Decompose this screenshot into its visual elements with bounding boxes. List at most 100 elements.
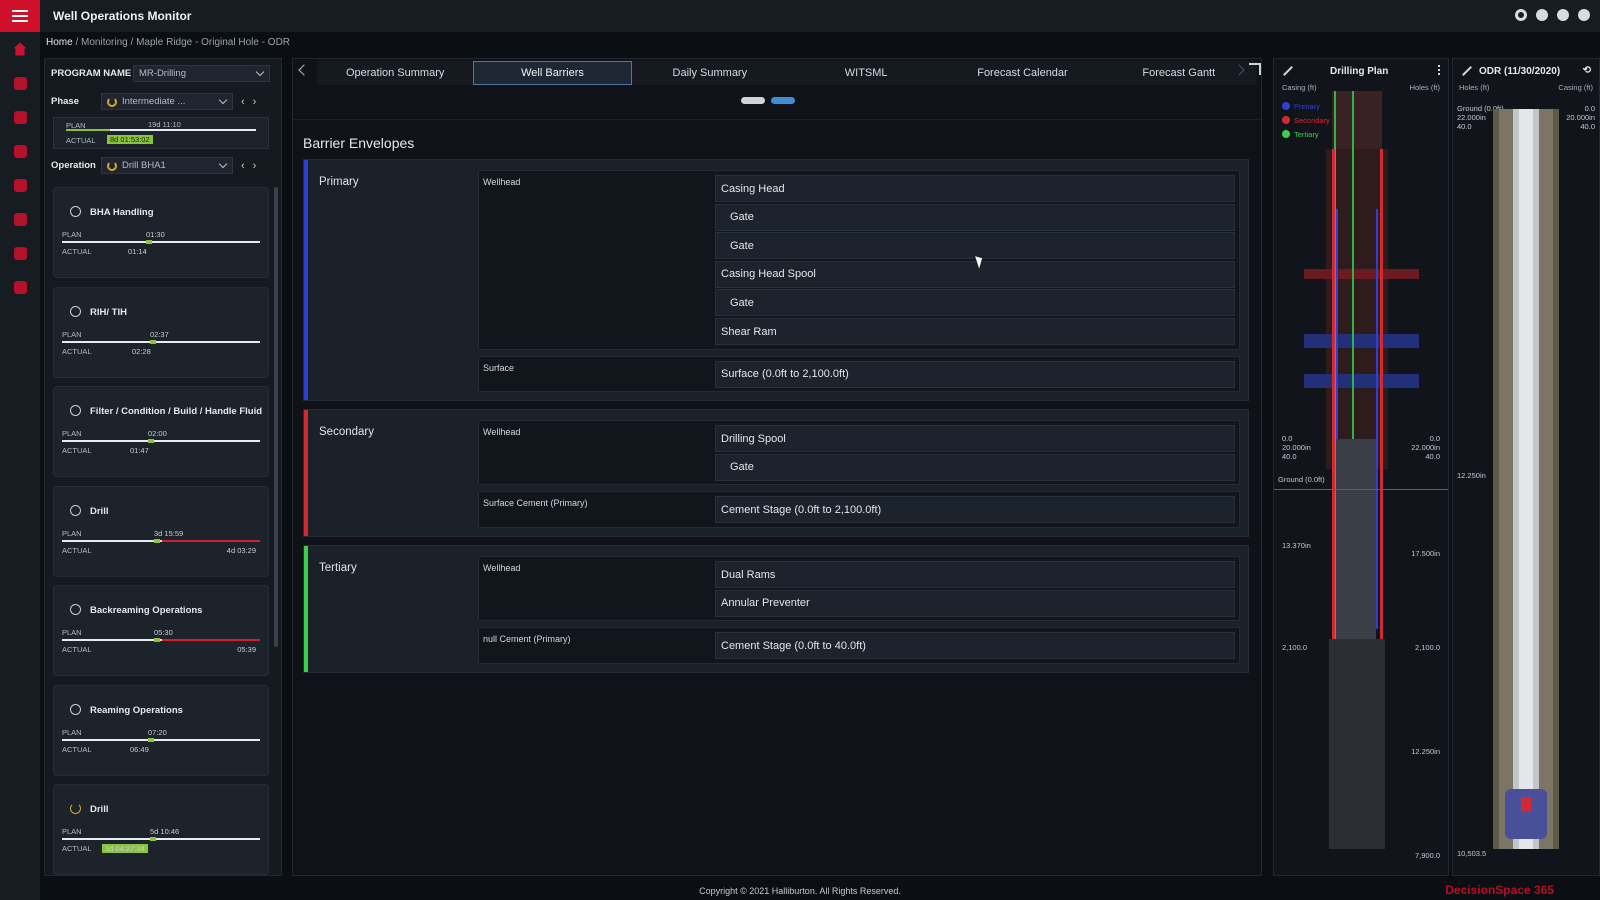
- user-icon[interactable]: [1578, 9, 1590, 21]
- info-icon[interactable]: [1557, 9, 1569, 21]
- tab-well-barriers[interactable]: Well Barriers: [473, 61, 632, 85]
- depth-label: 40.0: [1282, 452, 1297, 461]
- plan-duration: 5d 10:46: [150, 827, 180, 836]
- envelope-name: Primary: [319, 176, 359, 188]
- actual-label: ACTUAL: [62, 545, 92, 555]
- barrier-envelope-primary: Primary Wellhead Casing Head Gate Gate Casing…: [303, 159, 1249, 402]
- document-nav-icon[interactable]: [0, 134, 40, 168]
- barrier-component[interactable]: Gate: [715, 289, 1235, 317]
- operation-card[interactable]: Reaming Operations PLAN 07:20 ACTUAL 06:49: [53, 684, 269, 776]
- breadcrumb-home[interactable]: Home: [46, 37, 73, 48]
- phase-actual-value: 8d 01:53:02: [107, 135, 153, 144]
- program-value: MR-Drilling: [139, 68, 186, 79]
- barrier-nav-icon[interactable]: [0, 202, 40, 236]
- main-panel: Operation Summary Well Barriers Daily Summ…: [292, 58, 1263, 876]
- operation-card[interactable]: Filter / Condition / Build / Handle Flui…: [53, 386, 269, 477]
- operation-card[interactable]: RIH/ TIH PLAN 02:37 ACTUAL 02:28: [53, 286, 269, 378]
- operation-card[interactable]: Drill PLAN 3d 15:59 ACTUAL 4d 03:29: [53, 485, 269, 577]
- home-nav-icon[interactable]: [0, 32, 40, 66]
- tab-forecast-calendar[interactable]: Forecast Calendar: [944, 61, 1101, 85]
- barrier-component[interactable]: Cement Stage (0.0ft to 2,100.0ft): [715, 496, 1235, 524]
- operations-panel: PROGRAM NAME MR-Drilling Phase Intermedi…: [44, 58, 282, 876]
- barrier-component[interactable]: Drilling Spool: [715, 425, 1235, 453]
- operation-card[interactable]: BHA Handling PLAN 01:30 ACTUAL 01:14: [53, 187, 269, 278]
- chevron-down-icon: [255, 67, 265, 77]
- plan-label: PLAN: [62, 528, 82, 538]
- refresh-icon[interactable]: ⟲: [1583, 65, 1591, 76]
- next-operation-icon[interactable]: ›: [253, 160, 257, 172]
- pager-dot[interactable]: [741, 97, 765, 104]
- edit-icon[interactable]: [1283, 66, 1293, 76]
- operation-label: Operation: [51, 160, 96, 171]
- breadcrumb-separator: /: [72, 37, 82, 48]
- barrier-component[interactable]: Casing Head Spool: [715, 260, 1235, 288]
- operation-card[interactable]: Drill PLAN 5d 10:46 ACTUAL 1d 04:27:34: [53, 784, 269, 875]
- barrier-group-name: Wellhead: [483, 427, 521, 438]
- operation-card[interactable]: Backreaming Operations PLAN 05:30 ACTUAL 05:…: [53, 585, 269, 676]
- prev-operation-icon[interactable]: ‹: [241, 160, 245, 172]
- tab-prev-icon[interactable]: [298, 64, 310, 76]
- barrier-group: null Cement (Primary) Cement Stage (0.0ft…: [478, 627, 1240, 664]
- barrier-component[interactable]: Surface (0.0ft to 2,100.0ft): [715, 360, 1235, 388]
- barrier-component[interactable]: Dual Rams: [715, 561, 1235, 588]
- brand-logo: DecisionSpace 365: [1445, 883, 1554, 897]
- gear-icon[interactable]: [1515, 9, 1527, 21]
- depth-label: 12.250in: [1411, 747, 1440, 756]
- barrier-component[interactable]: Gate: [715, 203, 1235, 231]
- operation-select[interactable]: Drill BHA1: [101, 157, 233, 174]
- tab-daily-summary[interactable]: Daily Summary: [631, 61, 788, 85]
- barrier-group-name: Wellhead: [483, 563, 521, 573]
- operation-name: RIH/ TIH: [90, 306, 127, 318]
- drilling-plan-title: Drilling Plan: [1330, 65, 1389, 77]
- depth-label: 0.0: [1429, 434, 1440, 443]
- tab-operation-summary[interactable]: Operation Summary: [317, 61, 474, 85]
- barrier-group-name: Surface Cement (Primary): [483, 498, 588, 509]
- plan-duration: 02:00: [148, 429, 167, 438]
- rig-nav-icon[interactable]: [0, 66, 40, 100]
- menu-icon[interactable]: [0, 0, 40, 32]
- barrier-component[interactable]: Casing Head: [715, 175, 1235, 202]
- plan-label: PLAN: [62, 329, 82, 339]
- actual-label: ACTUAL: [62, 446, 92, 455]
- operation-name: BHA Handling: [90, 207, 154, 218]
- barrier-component[interactable]: Shear Ram: [715, 318, 1235, 345]
- in-progress-icon: [107, 96, 117, 107]
- operation-progress-bar: [62, 538, 260, 543]
- expand-icon[interactable]: [1249, 63, 1261, 75]
- envelope-accent: [304, 160, 308, 401]
- breadcrumb-separator: /: [127, 37, 137, 48]
- tab-witsml[interactable]: WITSML: [787, 61, 945, 85]
- depth-label: 13.370in: [1282, 541, 1311, 550]
- shield-nav-icon[interactable]: [0, 100, 40, 134]
- plan-label: PLAN: [62, 429, 82, 438]
- barrier-group: Wellhead Casing Head Gate Gate Casing Head S…: [478, 170, 1240, 350]
- people-icon[interactable]: [1536, 9, 1548, 21]
- tool-nav-icon[interactable]: [0, 168, 40, 202]
- phase-select[interactable]: Intermediate ...: [101, 93, 233, 110]
- barrier-component[interactable]: Annular Preventer: [715, 589, 1235, 617]
- depth-label: 22.000in: [1411, 443, 1440, 452]
- tab-forecast-gantt[interactable]: Forecast Gantt: [1100, 61, 1257, 85]
- barrier-component[interactable]: Gate: [715, 453, 1235, 481]
- barrier-group: Surface Surface (0.0ft to 2,100.0ft): [478, 355, 1240, 393]
- scrollbar[interactable]: [274, 187, 278, 647]
- actual-duration: 06:49: [130, 744, 149, 754]
- edit-icon[interactable]: [1462, 66, 1472, 76]
- program-select[interactable]: MR-Drilling: [133, 65, 270, 82]
- database-nav-icon[interactable]: [0, 270, 40, 304]
- ground-label: Ground (0.0ft): [1278, 475, 1325, 484]
- plan-label: PLAN: [62, 628, 82, 637]
- barrier-component[interactable]: Cement Stage (0.0ft to 40.0ft): [715, 632, 1235, 660]
- prev-phase-icon[interactable]: ‹: [241, 96, 245, 108]
- operation-name: Backreaming Operations: [90, 605, 203, 616]
- more-icon[interactable]: [1438, 65, 1440, 75]
- chart-nav-icon[interactable]: [0, 236, 40, 270]
- pager-dot-active[interactable]: [771, 97, 795, 104]
- next-phase-icon[interactable]: ›: [253, 96, 257, 108]
- actual-label: ACTUAL: [62, 744, 92, 754]
- plan-label: PLAN: [62, 827, 82, 836]
- breadcrumb-monitoring[interactable]: Monitoring: [81, 37, 128, 48]
- plan-label: PLAN: [62, 230, 82, 239]
- operation-name: Drill: [90, 804, 109, 815]
- actual-duration: 1d 04:27:34: [102, 844, 148, 853]
